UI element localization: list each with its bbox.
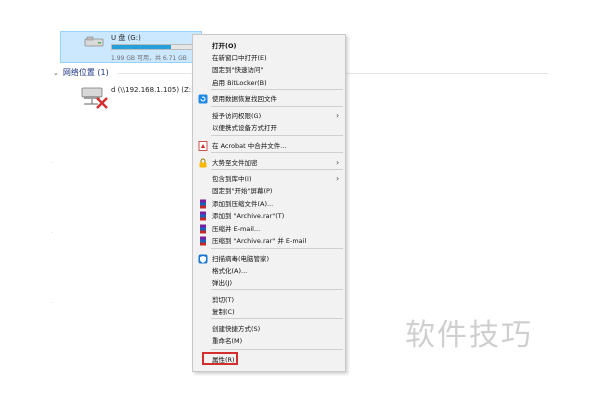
usb-drive-name: U 盘 (G:) — [111, 34, 141, 42]
menu-separator — [211, 248, 343, 249]
context-menu-item[interactable]: 创建快捷方式(S) — [193, 323, 347, 335]
context-menu-item[interactable]: 弹出(J) — [193, 277, 347, 289]
menu-separator — [211, 106, 343, 107]
context-menu-item[interactable]: 打开(O) — [193, 40, 347, 52]
shield-icon — [198, 254, 208, 264]
context-menu-item[interactable]: 压缩到 "Archive.rar" 并 E-mail — [193, 235, 347, 247]
menu-item-label: 在新窗口中打开(E) — [212, 54, 267, 62]
menu-item-label: 在 Acrobat 中合并文件... — [212, 142, 287, 150]
menu-item-label: 剪切(T) — [212, 296, 235, 304]
menu-item-label: 包含到库中(I) — [212, 175, 252, 183]
context-menu-item[interactable]: 使用数据恢复找回文件 — [193, 93, 347, 105]
menu-item-label: 重命名(M) — [212, 337, 243, 345]
menu-item-label: 以便携式设备方式打开 — [212, 124, 277, 132]
context-menu-item[interactable]: 在 Acrobat 中合并文件... — [193, 140, 347, 152]
context-menu-item[interactable]: 扫描病毒(电脑管家) — [193, 253, 347, 265]
menu-separator — [211, 318, 343, 319]
drive-free-space: 1.99 GB 可用，共 6.71 GB — [111, 55, 187, 62]
chevron-right-icon: › — [336, 111, 340, 120]
menu-separator — [211, 169, 343, 170]
menu-separator — [211, 349, 343, 350]
menu-item-label: 打开(O) — [212, 42, 237, 50]
context-menu-item[interactable]: 格式化(A)... — [193, 265, 347, 277]
menu-item-label: 添加到 "Archive.rar"(T) — [212, 212, 285, 220]
context-menu-item[interactable]: 大势至文件加密 › — [193, 157, 347, 169]
context-menu-item[interactable]: 重命名(M) — [193, 335, 347, 347]
winrar-icon — [198, 236, 208, 246]
context-menu-item[interactable]: 包含到库中(I) › — [193, 173, 347, 185]
drive-usage-bar — [111, 44, 195, 50]
context-menu-item[interactable]: 剪切(T) — [193, 294, 347, 306]
context-menu-item[interactable]: 添加到 "Archive.rar"(T) — [193, 210, 347, 222]
scroll-marker: · — [51, 160, 53, 167]
network-drive-name: d (\\192.168.1.105) (Z:) — [111, 86, 194, 94]
acrobat-icon — [198, 141, 208, 151]
menu-item-label: 授予访问权限(G) — [212, 112, 262, 120]
context-menu-item[interactable]: 授予访问权限(G) › — [193, 110, 347, 122]
scroll-marker: · — [51, 300, 53, 307]
menu-item-label: 复制(C) — [212, 308, 235, 316]
lock-icon — [198, 158, 208, 168]
chevron-down-icon: ⌄ — [53, 69, 59, 77]
menu-separator — [211, 135, 343, 136]
menu-item-label: 格式化(A)... — [212, 267, 248, 275]
context-menu-item[interactable]: 复制(C) — [193, 306, 347, 318]
chevron-right-icon: › — [336, 158, 340, 167]
winrar-icon — [198, 211, 208, 221]
properties-highlight-box — [202, 352, 238, 365]
context-menu-item[interactable]: 添加到压缩文件(A)... — [193, 198, 347, 210]
menu-item-label: 压缩到 "Archive.rar" 并 E-mail — [212, 237, 307, 245]
scroll-marker: · — [51, 230, 53, 237]
menu-item-label: 弹出(J) — [212, 279, 232, 287]
menu-item-label: 创建快捷方式(S) — [212, 325, 261, 333]
menu-separator — [211, 289, 343, 290]
menu-separator — [211, 89, 343, 90]
recovery-icon — [198, 94, 208, 104]
usb-drive-icon — [84, 36, 104, 47]
menu-separator — [211, 152, 343, 153]
menu-item-label: 启用 BitLocker(B) — [212, 79, 267, 87]
menu-item-label: 固定到"快速访问" — [212, 66, 264, 74]
context-menu-item[interactable]: 压缩并 E-mail... — [193, 223, 347, 235]
context-menu-item[interactable]: 在新窗口中打开(E) — [193, 52, 347, 64]
context-menu-item[interactable]: 固定到"快速访问" — [193, 64, 347, 76]
menu-item-label: 使用数据恢复找回文件 — [212, 95, 277, 103]
menu-item-label: 压缩并 E-mail... — [212, 225, 261, 233]
winrar-icon — [198, 199, 208, 209]
network-locations-group-header[interactable]: ⌄ 网络位置 (1) — [53, 67, 109, 78]
context-menu-item[interactable]: 以便携式设备方式打开 — [193, 122, 347, 134]
menu-item-label: 添加到压缩文件(A)... — [212, 200, 274, 208]
menu-item-label: 大势至文件加密 — [212, 159, 258, 167]
drive-usage-fill — [112, 45, 172, 49]
network-group-title: 网络位置 (1) — [62, 68, 109, 77]
context-menu-item[interactable]: 启用 BitLocker(B) — [193, 77, 347, 89]
network-drive-disconnected-icon[interactable] — [80, 84, 110, 110]
chevron-right-icon: › — [336, 174, 340, 183]
winrar-icon — [198, 224, 208, 234]
watermark-text: 软件技巧 — [405, 318, 533, 353]
menu-item-label: 固定到"开始"屏幕(P) — [212, 187, 273, 195]
context-menu-item[interactable]: 固定到"开始"屏幕(P) — [193, 185, 347, 197]
context-menu: 打开(O) 在新窗口中打开(E) 固定到"快速访问" 启用 BitLocker(B) 使… — [192, 34, 346, 372]
menu-item-label: 扫描病毒(电脑管家) — [212, 255, 270, 263]
